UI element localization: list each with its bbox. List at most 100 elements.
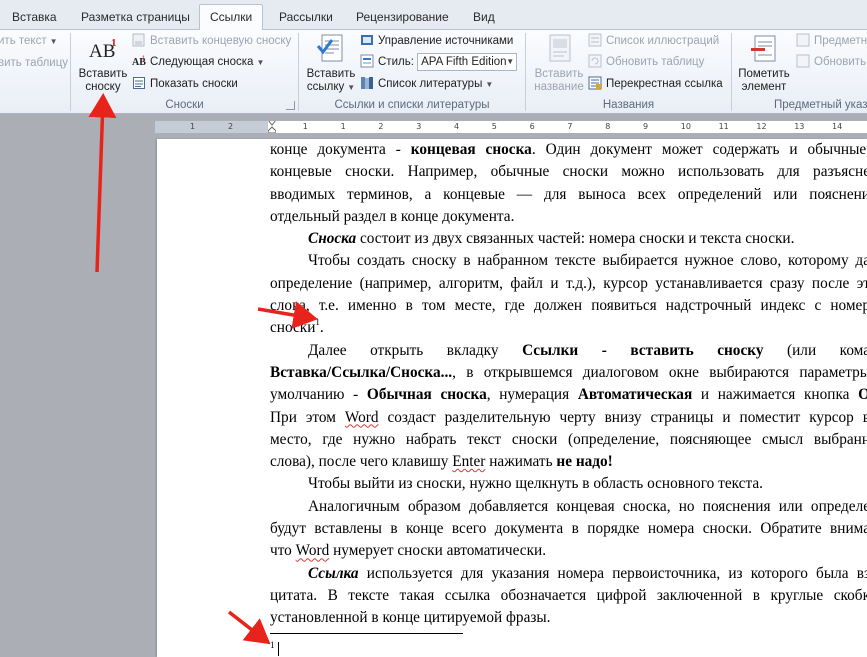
bibliography-button[interactable]: Список литературы ▼ [360, 75, 493, 94]
text-line: слова, т.е. именно в том месте, где долж… [270, 297, 867, 315]
cross-reference-icon [588, 76, 602, 90]
text-line: цитата. В тексте такая ссылка обозначает… [270, 586, 867, 604]
ruler-number: 12 [756, 122, 767, 131]
table-of-figures-button[interactable]: Список иллюстраций [588, 32, 719, 51]
text-line: что Word нумерует сноски автоматически. [270, 542, 547, 560]
insert-footnote-button[interactable]: AB 1 Вставить сноску [75, 32, 131, 94]
index-icon [796, 33, 810, 47]
update-index-button[interactable]: Обновить [796, 53, 866, 72]
text-line: сноски1. [270, 317, 324, 337]
text-line: При этом Word создаст разделительную чер… [270, 408, 867, 426]
update-table-button[interactable]: вить таблицу [0, 54, 68, 73]
ruler-number: 3 [416, 122, 422, 131]
insert-citation-button[interactable]: Вставить ссылку ▼ [303, 32, 359, 94]
group-captions: Вставить название Список иллюстраций Обн… [526, 30, 731, 114]
chevron-down-icon: ▼ [347, 83, 356, 92]
ruler-margin [155, 121, 268, 133]
ruler-number: 14 [832, 122, 843, 131]
dialog-launcher-icon[interactable] [286, 101, 295, 110]
indent-marker-icon[interactable] [268, 120, 276, 134]
manage-sources-icon [360, 33, 374, 47]
text-line: место, где нужно набрать текст сноски (о… [270, 430, 867, 448]
text-line: Ссылка используется для указания номера … [308, 564, 867, 582]
tab-insert[interactable]: Вставка [2, 7, 67, 30]
ruler-number: 13 [794, 122, 805, 131]
ribbon: ить текст ▼ вить таблицу AB 1 Вставить сн… [0, 30, 867, 114]
cross-reference-button[interactable]: Перекрестная ссылка [588, 75, 723, 94]
group-label-citations: Ссылки и списки литературы [334, 99, 490, 111]
ruler-number: 1 [302, 122, 308, 131]
document-body[interactable]: конце документа - концевая сноска. Один … [270, 139, 867, 630]
update-figures-table-button[interactable]: Обновить таблицу [588, 53, 704, 72]
insert-endnote-button[interactable]: Вставить концевую сноску [132, 32, 291, 51]
group-index: Пометить элемент Предметн Обновить Предм… [732, 30, 867, 114]
text-line: будут вставлены в конце всего документа … [270, 520, 867, 538]
citation-style-selector[interactable]: Стиль: APA Fifth Edition ▼ [360, 53, 518, 72]
ruler-number: 9 [643, 122, 649, 131]
style-icon [360, 54, 374, 68]
text-line: Сноска состоит из двух связанных частей:… [308, 230, 795, 248]
text-line: концевые сноски. Например, обычные сноск… [270, 163, 867, 181]
ruler-number: 8 [605, 122, 611, 131]
document-page[interactable]: конце документа - концевая сноска. Один … [157, 139, 867, 657]
group-label-captions: Названия [602, 99, 655, 111]
ruler-number: 2 [228, 122, 234, 131]
insert-caption-icon [542, 32, 576, 66]
show-notes-icon [132, 76, 146, 90]
text-line: Далее открыть вкладку Ссылки - вставить … [308, 341, 867, 359]
endnote-icon [132, 33, 146, 47]
refresh-icon [588, 54, 602, 68]
subject-index-button[interactable]: Предметн [796, 32, 867, 51]
tab-mailings[interactable]: Рассылки [269, 7, 343, 30]
add-text-button[interactable]: ить текст ▼ [0, 32, 58, 51]
footnote-number: 1 [270, 640, 275, 650]
style-dropdown[interactable]: APA Fifth Edition ▼ [417, 53, 518, 71]
ruler-number: 10 [680, 122, 691, 131]
footnote-area[interactable]: 1 [270, 640, 279, 656]
chevron-down-icon: ▼ [49, 37, 58, 46]
text-line: конце документа - концевая сноска. Один … [270, 141, 867, 158]
text-line: умолчанию - Обычная сноска, нумерация Ав… [270, 386, 867, 404]
ruler-number: 6 [529, 122, 535, 131]
group-citations: Вставить ссылку ▼ Управление источниками … [299, 30, 525, 114]
next-footnote-button[interactable]: AB 1 Следующая сноска ▼ [132, 53, 264, 72]
footnote-separator [270, 633, 463, 634]
chevron-down-icon: ▼ [506, 57, 515, 66]
text-line: установленной в конце цитируемой фразы. [270, 609, 551, 627]
show-notes-button[interactable]: Показать сноски [132, 75, 238, 94]
footnote-ab-icon: AB 1 [86, 32, 120, 66]
group-table-of-contents: ить текст ▼ вить таблицу [0, 30, 70, 114]
group-footnotes: AB 1 Вставить сноску Вставить концевую с… [71, 30, 298, 114]
horizontal-ruler[interactable]: 1211234567891011121314151617 [155, 120, 867, 134]
svg-text:1: 1 [111, 37, 117, 49]
figures-list-icon [588, 33, 602, 47]
tab-view[interactable]: Вид [463, 7, 505, 30]
group-label-footnotes: Сноски [165, 99, 204, 111]
tab-page-layout[interactable]: Разметка страницы [71, 7, 200, 30]
ruler-number: 1 [190, 122, 196, 131]
chevron-down-icon: ▼ [256, 58, 265, 67]
refresh-icon [796, 54, 810, 68]
ruler-number: 11 [718, 122, 729, 131]
ruler-number: 7 [567, 122, 573, 131]
text-line: Вставка/Ссылка/Сноска..., в открывшемся … [270, 363, 867, 381]
next-footnote-icon: AB 1 [132, 54, 146, 68]
ruler-number: 1 [340, 122, 346, 131]
group-label-index: Предметный указ [774, 99, 867, 111]
mark-entry-button[interactable]: Пометить элемент [734, 32, 794, 94]
bibliography-icon [360, 76, 374, 90]
text-line: определение (например, алгоритм, файл и … [270, 274, 867, 292]
tab-review[interactable]: Рецензирование [346, 7, 459, 30]
manage-sources-button[interactable]: Управление источниками [360, 32, 513, 51]
ruler-number: 5 [491, 122, 497, 131]
text-line: слова), после чего клавишу Enter нажимат… [270, 453, 613, 471]
text-line: вводимых терминов, а концевые — для выно… [270, 185, 867, 203]
tab-references[interactable]: Ссылки [199, 4, 264, 31]
workspace-background [0, 114, 157, 657]
text-line: Чтобы выйти из сноски, нужно щелкнуть в … [308, 475, 763, 493]
ribbon-tab-bar: Вставка Разметка страницы Ссылки Рассылк… [0, 0, 867, 31]
chevron-down-icon: ▼ [485, 80, 494, 89]
text-line: Чтобы создать сноску в набранном тексте … [308, 252, 867, 270]
insert-caption-button[interactable]: Вставить название [530, 32, 588, 94]
ruler-number: 2 [378, 122, 384, 131]
